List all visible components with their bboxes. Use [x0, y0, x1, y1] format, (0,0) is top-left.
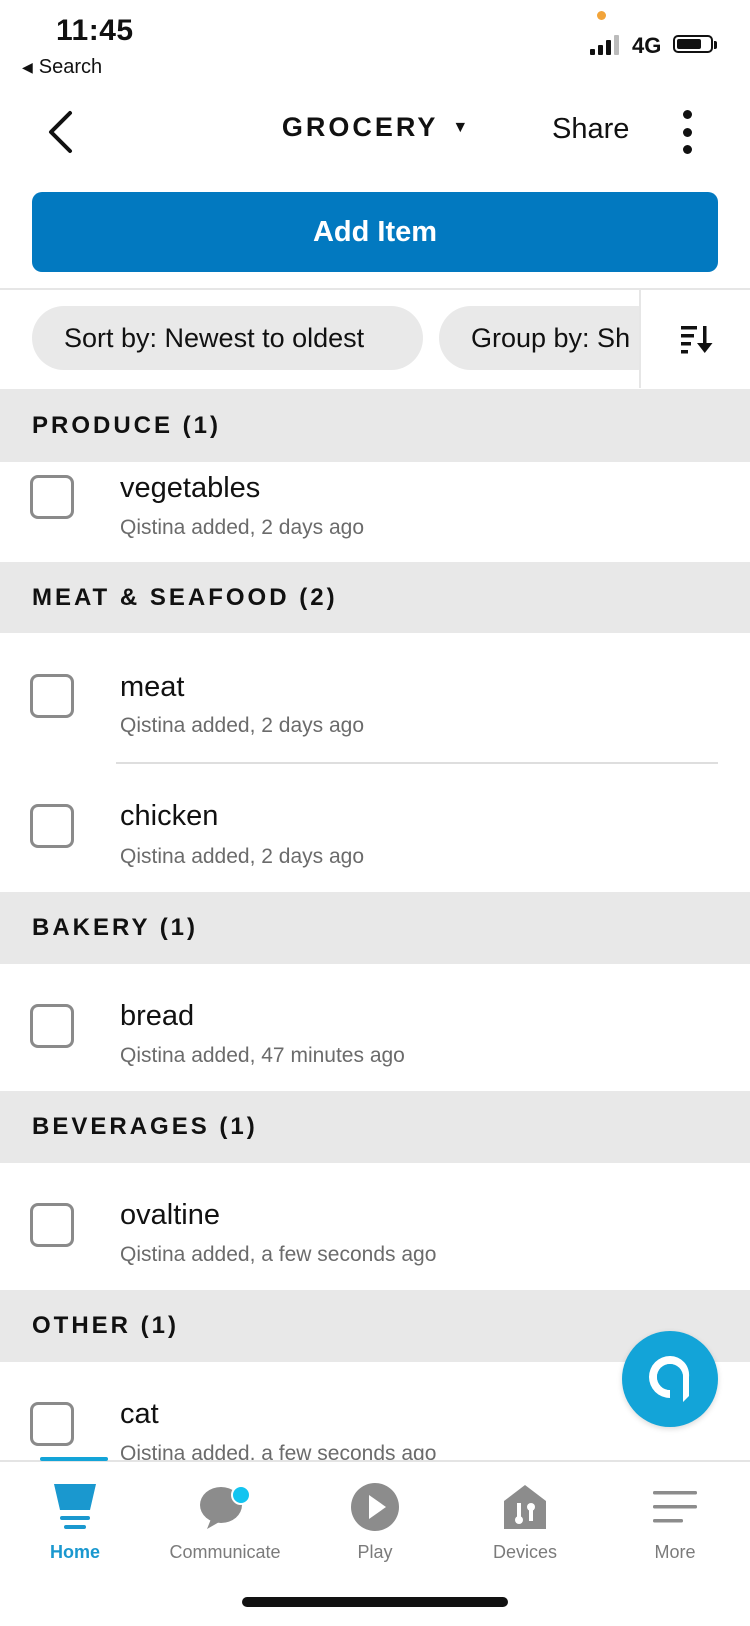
header-divider	[0, 288, 750, 290]
nav-active-indicator	[40, 1457, 108, 1461]
sort-chip[interactable]: Sort by: Newest to oldest	[32, 306, 423, 370]
chat-icon	[200, 1485, 251, 1529]
back-button[interactable]	[40, 104, 80, 160]
list-title-container: GROCERY ▼	[0, 112, 750, 143]
item-meta: Qistina added, a few seconds ago	[120, 1243, 437, 1266]
alexa-button[interactable]	[622, 1331, 718, 1427]
back-to-search-label: Search	[38, 56, 103, 78]
list-item[interactable]: chicken Qistina added, 2 days ago	[0, 764, 750, 892]
item-name: ovaltine	[120, 1199, 220, 1231]
sort-order-button[interactable]	[639, 290, 750, 388]
chevron-left-icon	[49, 111, 72, 153]
section-header-beverages: BEVERAGES (1)	[0, 1091, 750, 1163]
item-checkbox[interactable]	[30, 1402, 74, 1446]
list-item[interactable]: ovaltine Qistina added, a few seconds ag…	[0, 1163, 750, 1290]
back-to-search-link[interactable]: ◀ Search	[22, 56, 102, 79]
nav-home-label: Home	[49, 1542, 100, 1562]
menu-icon	[653, 1491, 697, 1523]
list-title: GROCERY	[281, 112, 439, 142]
item-checkbox[interactable]	[30, 475, 74, 519]
list-selector[interactable]: GROCERY ▼	[282, 112, 468, 143]
devices-icon	[504, 1485, 546, 1529]
list-item[interactable]: bread Qistina added, 47 minutes ago	[0, 964, 750, 1091]
nav-devices-label: Devices	[492, 1542, 558, 1562]
item-checkbox[interactable]	[30, 804, 74, 848]
battery-icon	[673, 35, 717, 53]
list-item[interactable]: vegetables Qistina added, 2 days ago	[0, 462, 750, 562]
nav-more[interactable]: More	[600, 1462, 750, 1582]
home-icon	[54, 1484, 96, 1529]
item-meta: Qistina added, 2 days ago	[120, 845, 365, 868]
item-meta: Qistina added, 47 minutes ago	[120, 1044, 405, 1067]
more-options-icon[interactable]	[672, 110, 702, 154]
back-triangle-icon: ◀	[22, 59, 33, 75]
alexa-icon	[649, 1355, 690, 1402]
nav-more-label: More	[654, 1542, 696, 1562]
item-checkbox[interactable]	[30, 674, 74, 718]
home-indicator[interactable]	[242, 1597, 508, 1607]
item-name: cat	[120, 1398, 159, 1430]
nav-communicate-label: Communicate	[169, 1542, 281, 1562]
group-chip[interactable]: Group by: Sh	[439, 306, 669, 370]
item-checkbox[interactable]	[30, 1004, 74, 1048]
status-time: 11:45	[56, 14, 134, 47]
list-item[interactable]: meat Qistina added, 2 days ago	[0, 633, 750, 764]
add-item-button[interactable]: Add Item	[32, 192, 718, 272]
section-header-produce: PRODUCE (1)	[0, 389, 750, 462]
item-name: meat	[120, 671, 185, 703]
item-name: vegetables	[120, 472, 261, 504]
item-meta: Qistina added, 2 days ago	[120, 516, 365, 539]
signal-icon	[590, 35, 619, 55]
section-header-bakery: BAKERY (1)	[0, 892, 750, 964]
network-type: 4G	[632, 33, 662, 58]
dropdown-caret-icon: ▼	[452, 118, 469, 136]
nav-play[interactable]: Play	[300, 1462, 450, 1582]
item-meta: Qistina added, 2 days ago	[120, 714, 365, 737]
sort-descending-icon	[680, 326, 712, 354]
play-icon	[351, 1483, 399, 1531]
nav-devices[interactable]: Devices	[450, 1462, 600, 1582]
privacy-indicator-dot	[597, 11, 606, 20]
item-name: chicken	[120, 800, 219, 832]
share-button[interactable]: Share	[552, 113, 629, 146]
nav-play-label: Play	[357, 1542, 393, 1562]
section-header-meat-seafood: MEAT & SEAFOOD (2)	[0, 562, 750, 633]
item-checkbox[interactable]	[30, 1203, 74, 1247]
nav-home[interactable]: Home	[0, 1462, 150, 1582]
nav-communicate[interactable]: Communicate	[150, 1462, 300, 1582]
item-name: bread	[120, 1000, 195, 1032]
